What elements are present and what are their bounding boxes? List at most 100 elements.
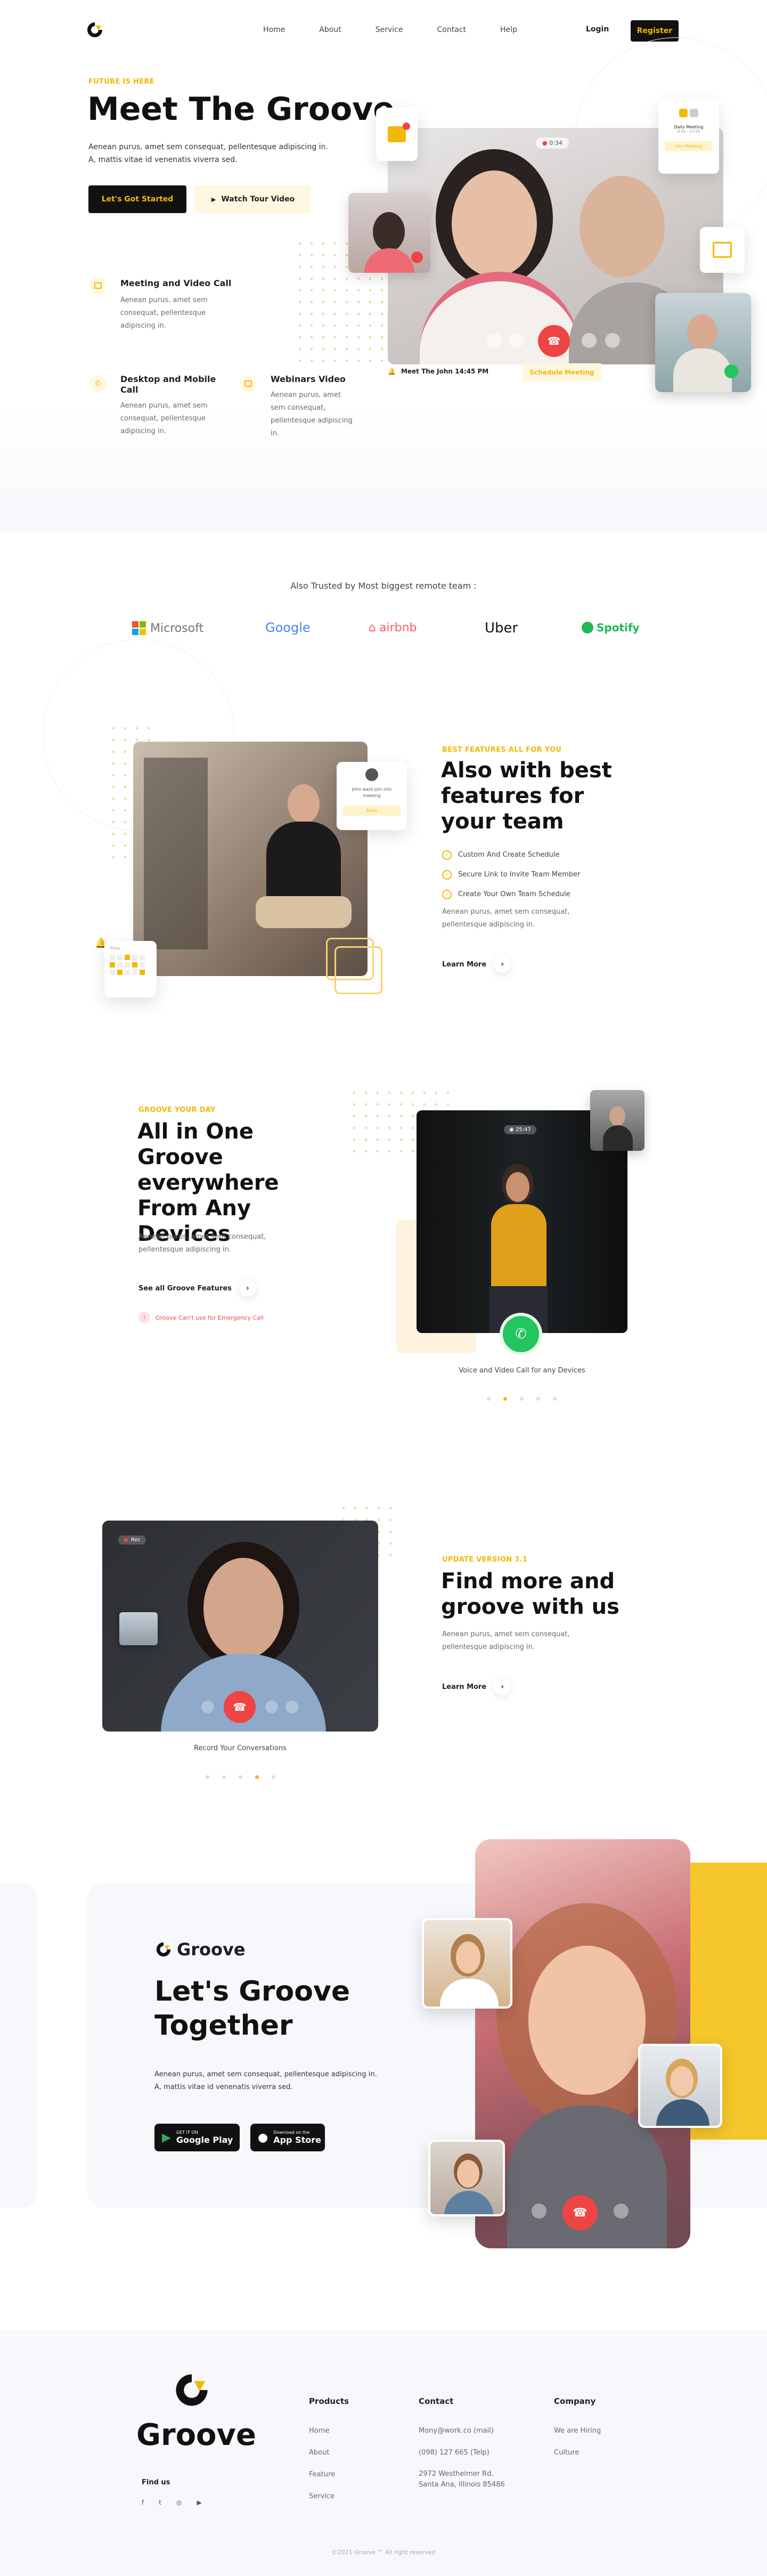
hero-desc-line1: Aenean purus, amet sem consequat, pellen… — [88, 143, 328, 151]
video-button[interactable] — [265, 1701, 278, 1713]
participant-thumbnail[interactable] — [119, 1612, 158, 1645]
mic-button[interactable] — [487, 333, 502, 348]
update-desc: Aenean purus, amet sem consequat, pellen… — [442, 1630, 570, 1651]
feature-desc: Aenean purus, amet sem consequat, pellen… — [120, 402, 208, 435]
app-store-small: Download on the — [273, 2130, 310, 2135]
screen-share-icon — [713, 242, 732, 258]
logo[interactable] — [85, 20, 104, 42]
login-link[interactable]: Login — [586, 25, 609, 34]
carousel-dot[interactable] — [536, 1397, 540, 1401]
hero-title: Meet The Groove — [87, 91, 395, 128]
carousel-dot[interactable] — [553, 1397, 557, 1401]
carousel-dots[interactable] — [199, 1771, 282, 1781]
microsoft-logo: Microsoft — [132, 621, 203, 635]
feature-title: Desktop and Mobile Call — [120, 374, 216, 395]
person2-face — [580, 176, 665, 277]
see-features-label: See all Groove Features — [138, 1284, 232, 1293]
call-timer-value: 0:34 — [549, 140, 562, 147]
allow-button[interactable]: Allow — [343, 806, 401, 816]
footer-link-service[interactable]: Service — [309, 2485, 349, 2507]
participant-thumbnail[interactable] — [422, 1918, 512, 2009]
app-store-label: App Store — [273, 2135, 321, 2145]
emergency-note: ! Groove Can't use for Emergency Call — [138, 1312, 264, 1323]
nav-contact[interactable]: Contact — [437, 26, 466, 34]
instagram-icon[interactable]: ◎ — [176, 2499, 182, 2506]
carousel-dot[interactable] — [487, 1397, 491, 1401]
video-button[interactable] — [509, 333, 524, 348]
video-button[interactable] — [614, 2204, 629, 2219]
chevron-right-icon: › — [494, 1678, 511, 1695]
carousel-dots[interactable] — [480, 1393, 563, 1403]
features-learn-more[interactable]: Learn More › — [442, 956, 511, 973]
footer-link-feature[interactable]: Feature — [309, 2464, 349, 2485]
participant-thumbnail[interactable] — [590, 1090, 644, 1151]
footer-email[interactable]: Mony@work.co (mail) — [419, 2420, 505, 2442]
carousel-dot-active[interactable] — [255, 1775, 259, 1779]
google-play-button[interactable]: ▶ GET IT ON Google Play — [154, 2124, 240, 2151]
more-button[interactable] — [605, 333, 620, 348]
carousel-dot-active[interactable] — [503, 1397, 507, 1401]
copyright: ©2021 Groove ™ All right reserved — [331, 2549, 436, 2556]
nav-about[interactable]: About — [319, 26, 341, 34]
phone-icon: ✆ — [89, 375, 107, 392]
check-item: ✓ Create Your Own Team Schedule — [442, 884, 580, 904]
chat-button[interactable] — [582, 333, 597, 348]
chat-bubble-card[interactable] — [376, 108, 418, 161]
play-icon: ▶ — [211, 196, 216, 203]
end-call-button[interactable]: ☎ — [562, 2195, 598, 2230]
get-started-button[interactable]: Let's Got Started — [88, 185, 186, 213]
end-call-button[interactable]: ☎ — [224, 1691, 256, 1723]
join-meeting-button[interactable]: Join Meeting — [665, 141, 713, 151]
watch-tour-button[interactable]: ▶ Watch Tour Video — [195, 185, 311, 213]
footer-link-home[interactable]: Home — [309, 2420, 349, 2442]
participant-thumbnail[interactable] — [428, 2140, 505, 2216]
footer-link-hiring[interactable]: We are Hiring — [554, 2420, 601, 2442]
carousel-dot[interactable] — [222, 1775, 226, 1779]
participant-thumbnail[interactable] — [638, 2044, 722, 2128]
end-call-button[interactable]: ☎ — [538, 325, 570, 357]
footer-col-title: Company — [554, 2396, 596, 2406]
twitter-icon[interactable]: t — [159, 2499, 161, 2506]
hero-description: Aenean purus, amet sem consequat, pellen… — [88, 141, 328, 166]
meeting-icon — [89, 277, 107, 294]
update-learn-more[interactable]: Learn More › — [442, 1678, 511, 1695]
answer-call-button[interactable]: ✆ — [500, 1313, 542, 1355]
footer-link-culture[interactable]: Culture — [554, 2442, 601, 2464]
features-checklist: ✓ Custom And Create Schedule ✓ Secure Link… — [442, 845, 580, 904]
nav-home[interactable]: Home — [263, 26, 285, 34]
alert-icon: ! — [138, 1312, 150, 1323]
microsoft-text: Microsoft — [150, 621, 204, 635]
call-timer: ◉ 25:47 — [504, 1125, 536, 1134]
youtube-icon[interactable]: ▶ — [197, 2499, 201, 2506]
carousel-dot[interactable] — [272, 1775, 275, 1779]
carousel-dot[interactable] — [239, 1775, 242, 1779]
footer-col-products: Products Home About Feature Service — [309, 2396, 349, 2507]
schedule-meeting-button[interactable]: Schedule Meeting — [522, 363, 602, 381]
footer-col-company: Company We are Hiring Culture — [554, 2396, 601, 2464]
share-screen-card[interactable] — [700, 227, 745, 273]
footer-link-about[interactable]: About — [309, 2442, 349, 2464]
join-request-text: John want join into meeting — [352, 787, 392, 798]
emergency-text: Groove Can't use for Emergency Call — [156, 1314, 264, 1321]
mic-button[interactable] — [201, 1701, 214, 1713]
calendar-widget: Today — [104, 941, 157, 997]
cta-desc-line2: A, mattis vitae id venenatis viverra sed… — [154, 2083, 293, 2091]
nav-help[interactable]: Help — [500, 26, 517, 34]
carousel-dot[interactable] — [206, 1775, 209, 1779]
nav-service[interactable]: Service — [376, 26, 403, 34]
webinar-icon — [240, 375, 257, 392]
participant-thumbnail[interactable] — [348, 193, 430, 273]
spotify-logo: Spotify — [582, 621, 640, 634]
facebook-icon[interactable]: f — [142, 2499, 144, 2506]
groove-logo-icon — [156, 1942, 171, 1957]
app-store-button[interactable]: ● Download on the App Store — [250, 2124, 325, 2151]
see-features-button[interactable]: See all Groove Features › — [138, 1280, 256, 1297]
participant-thumbnail[interactable] — [655, 293, 751, 392]
google-play-icon: ▶ — [162, 2131, 171, 2144]
call-timer-value: 25:47 — [515, 1127, 531, 1133]
carousel-dot[interactable] — [520, 1397, 524, 1401]
more-button[interactable] — [285, 1701, 298, 1713]
footer-phone[interactable]: (098) 127 665 (Telp) — [419, 2442, 505, 2464]
mic-button[interactable] — [532, 2204, 546, 2219]
microsoft-icon — [132, 621, 146, 635]
